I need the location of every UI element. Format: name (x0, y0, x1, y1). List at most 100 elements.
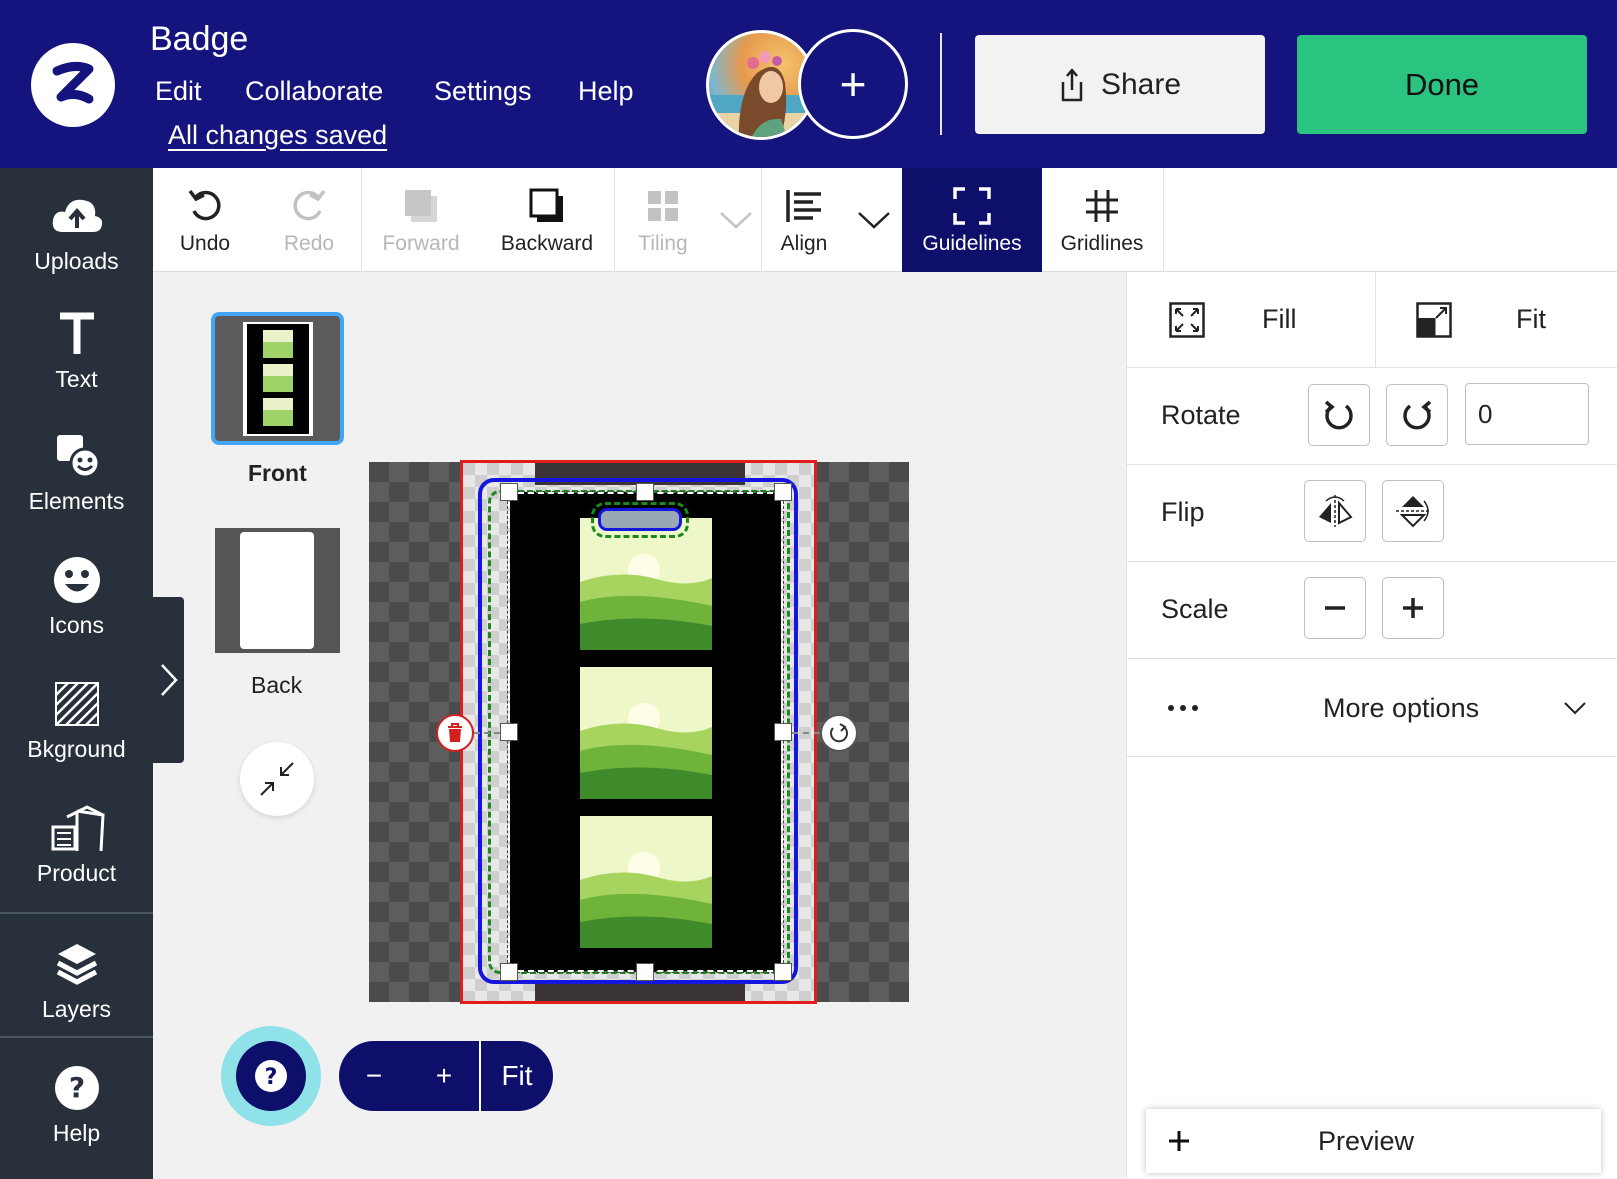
guidelines-icon (953, 184, 991, 228)
redo-button[interactable]: Redo (257, 168, 361, 272)
sidebar-item-background[interactable]: Bkground (0, 678, 153, 763)
align-dropdown[interactable] (846, 168, 902, 272)
product-icon (47, 802, 107, 854)
redo-icon (290, 184, 328, 228)
properties-panel: Fill Fit Rotate Flip Scale (1126, 272, 1617, 1179)
question-icon: ? (255, 1060, 287, 1092)
undo-label: Undo (179, 232, 231, 255)
selection-box (507, 491, 784, 973)
tiling-label: Tiling (638, 232, 688, 255)
zazzle-logo[interactable] (31, 43, 115, 127)
sidebar-expand-toggle[interactable] (153, 597, 184, 763)
menu-help[interactable]: Help (578, 76, 634, 107)
sidebar-item-elements[interactable]: Elements (0, 430, 153, 515)
delete-connector (474, 732, 500, 734)
rotate-right-button[interactable] (1386, 384, 1448, 446)
resize-handle-top-right[interactable] (774, 483, 792, 501)
zoom-out-button[interactable]: − (339, 1060, 409, 1092)
guidelines-button[interactable]: Guidelines (902, 168, 1042, 272)
menu-collaborate[interactable]: Collaborate (245, 76, 383, 107)
sidebar-item-product[interactable]: Product (0, 802, 153, 887)
align-button[interactable]: Align (762, 168, 846, 272)
sidebar-divider (0, 1036, 153, 1038)
fit-button[interactable]: Fit (1376, 272, 1617, 368)
flip-horizontal-button[interactable] (1304, 480, 1366, 542)
tiling-button[interactable]: Tiling (615, 168, 711, 272)
preview-label: Preview (1318, 1125, 1415, 1156)
tiling-icon (646, 184, 680, 228)
elements-icon (53, 430, 101, 482)
fill-fit-row: Fill Fit (1127, 272, 1617, 368)
more-options-label: More options (1323, 693, 1480, 723)
share-button[interactable]: Share (975, 35, 1265, 134)
forward-button[interactable]: Forward (362, 168, 480, 272)
badge-slot-hole (598, 508, 682, 531)
fill-icon (1169, 302, 1205, 338)
minus-icon (1325, 606, 1345, 610)
svg-text:?: ? (68, 1071, 84, 1104)
resize-handle-left[interactable] (500, 723, 518, 741)
flip-vertical-icon (1396, 496, 1430, 528)
sidebar-item-icons[interactable]: Icons (0, 554, 153, 639)
rotate-right-icon (1403, 400, 1432, 430)
undo-icon (186, 184, 224, 228)
rotate-connector (792, 732, 820, 734)
plus-icon (1403, 598, 1423, 618)
rotate-angle-input[interactable] (1465, 383, 1589, 445)
app-header: Badge Edit Collaborate Settings Help All… (0, 0, 1617, 168)
resize-handle-right[interactable] (774, 723, 792, 741)
sidebar-item-help[interactable]: ? Help (0, 1062, 153, 1147)
tiling-dropdown[interactable] (711, 168, 761, 272)
resize-handle-bottom-right[interactable] (774, 963, 792, 981)
gridlines-icon (1084, 184, 1120, 228)
zoom-fit-button[interactable]: Fit (481, 1060, 553, 1092)
save-status-link[interactable]: All changes saved (168, 120, 387, 151)
rotate-label: Rotate (1161, 400, 1241, 430)
sidebar-label: Help (52, 1120, 101, 1146)
plus-icon (1169, 1131, 1189, 1151)
menu-edit[interactable]: Edit (155, 76, 202, 107)
page-thumbnail-back[interactable] (215, 528, 340, 653)
backward-button[interactable]: Backward (480, 168, 614, 272)
logo-z-icon (52, 61, 94, 104)
add-collaborator-button[interactable]: + (798, 29, 908, 139)
resize-handle-bottom-left[interactable] (500, 963, 518, 981)
page-label-front: Front (248, 460, 307, 486)
redo-label: Redo (283, 232, 335, 255)
scale-up-button[interactable] (1382, 577, 1444, 639)
page-label-back: Back (251, 672, 303, 698)
scale-down-button[interactable] (1304, 577, 1366, 639)
gridlines-button[interactable]: Gridlines (1042, 168, 1162, 272)
zoom-in-button[interactable]: + (409, 1060, 479, 1092)
rotate-left-button[interactable] (1308, 384, 1370, 446)
share-icon (1061, 68, 1083, 101)
flip-vertical-button[interactable] (1382, 480, 1444, 542)
page-thumbnail-front[interactable] (211, 312, 344, 445)
forward-label: Forward (382, 232, 460, 255)
resize-handle-bottom[interactable] (636, 963, 654, 981)
sidebar-divider (0, 912, 153, 914)
menu-settings[interactable]: Settings (434, 76, 532, 107)
sidebar-label: Bkground (27, 736, 126, 762)
background-icon (54, 678, 100, 730)
fill-button[interactable]: Fill (1127, 272, 1375, 368)
sidebar-item-layers[interactable]: Layers (0, 938, 153, 1023)
fit-icon (1416, 302, 1452, 338)
help-chat-button[interactable]: ? (221, 1026, 321, 1126)
text-icon (57, 308, 97, 360)
editor-toolbar: Undo Redo Forward Backward Tiling Align (153, 168, 1617, 272)
delete-element-button[interactable] (436, 714, 474, 752)
sidebar-item-text[interactable]: Text (0, 308, 153, 393)
resize-handle-top-left[interactable] (500, 483, 518, 501)
document-title[interactable]: Badge (150, 20, 248, 59)
more-options-toggle[interactable]: More options (1127, 659, 1617, 757)
chevron-right-icon (160, 664, 178, 696)
undo-button[interactable]: Undo (153, 168, 257, 272)
done-button[interactable]: Done (1297, 35, 1587, 134)
sidebar-item-uploads[interactable]: Uploads (0, 190, 153, 275)
collapse-pages-button[interactable] (240, 742, 314, 816)
preview-toggle[interactable]: Preview (1146, 1109, 1601, 1173)
rotate-element-handle[interactable] (820, 714, 858, 752)
back-preview-card (240, 532, 314, 649)
resize-handle-top[interactable] (636, 483, 654, 501)
